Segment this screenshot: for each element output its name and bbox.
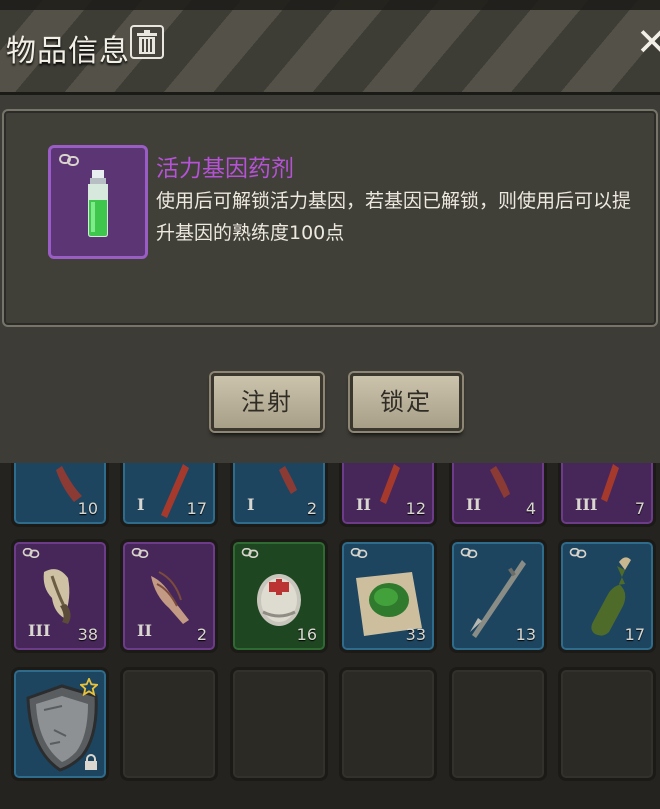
inventory-grid: 10 I 17 I 2 II 12 II 4 III 7 III 38 II 2… — [0, 463, 660, 809]
item-count: 33 — [405, 625, 426, 644]
inventory-slot[interactable]: 17 — [558, 539, 656, 653]
tier-label: II — [356, 495, 371, 514]
empty-inventory-slot[interactable] — [339, 667, 437, 781]
inventory-slot[interactable]: 13 — [449, 539, 547, 653]
tier-label: III — [575, 495, 598, 514]
tier-label: II — [137, 621, 152, 640]
potion-vial-icon — [88, 170, 108, 237]
item-count: 12 — [405, 499, 426, 518]
inventory-slot[interactable]: II 12 — [339, 463, 437, 527]
lock-button[interactable]: 锁定 — [350, 373, 462, 431]
inventory-slot[interactable]: II 4 — [449, 463, 547, 527]
page-title: 物品信息 — [6, 34, 130, 69]
inventory-slot[interactable]: I 17 — [120, 463, 218, 527]
tier-label: II — [466, 495, 481, 514]
item-count: 17 — [186, 499, 207, 518]
header-top-strip — [0, 0, 660, 10]
empty-inventory-slot[interactable] — [449, 667, 547, 781]
close-button[interactable]: ✕ — [636, 20, 660, 64]
inventory-slot[interactable]: II 2 — [120, 539, 218, 653]
inventory-slot[interactable]: 33 — [339, 539, 437, 653]
inventory-slot[interactable]: I 2 — [230, 463, 328, 527]
item-info-card: 活力基因药剂 使用后可解锁活力基因，若基因已解锁，则使用后可以提升基因的熟练度1… — [2, 109, 658, 327]
item-count: 4 — [525, 499, 536, 518]
item-count: 38 — [77, 625, 98, 644]
item-count: 2 — [306, 499, 317, 518]
item-description: 使用后可解锁活力基因，若基因已解锁，则使用后可以提升基因的熟练度100点 — [156, 190, 632, 244]
item-info-panel: 活力基因药剂 使用后可解锁活力基因，若基因已解锁，则使用后可以提升基因的熟练度1… — [0, 95, 660, 467]
inventory-slot[interactable]: III 38 — [11, 539, 109, 653]
trash-button[interactable] — [130, 25, 164, 59]
padlock-icon — [85, 754, 97, 770]
star-icon — [80, 678, 98, 696]
inject-button[interactable]: 注射 — [211, 373, 323, 431]
item-count: 7 — [634, 499, 645, 518]
empty-inventory-slot[interactable] — [230, 667, 328, 781]
inventory-slot[interactable] — [11, 667, 109, 781]
empty-inventory-slot[interactable] — [120, 667, 218, 781]
item-count: 16 — [296, 625, 317, 644]
tier-label: III — [28, 621, 51, 640]
close-icon: ✕ — [636, 20, 660, 64]
item-count: 17 — [624, 625, 645, 644]
item-count: 10 — [77, 499, 98, 518]
empty-inventory-slot[interactable] — [558, 667, 656, 781]
item-count: 2 — [196, 625, 207, 644]
item-count: 13 — [515, 625, 536, 644]
item-icon-slot — [48, 145, 148, 259]
inventory-slot[interactable]: 10 — [11, 463, 109, 527]
trash-icon — [137, 30, 157, 54]
inventory-slot[interactable]: 16 — [230, 539, 328, 653]
inventory-slot[interactable]: III 7 — [558, 463, 656, 527]
link-icon — [59, 154, 79, 166]
header-bar: 物品信息 ✕ — [0, 0, 660, 95]
tier-label: I — [137, 495, 145, 514]
tier-label: I — [247, 495, 255, 514]
item-name: 活力基因药剂 — [156, 156, 294, 182]
